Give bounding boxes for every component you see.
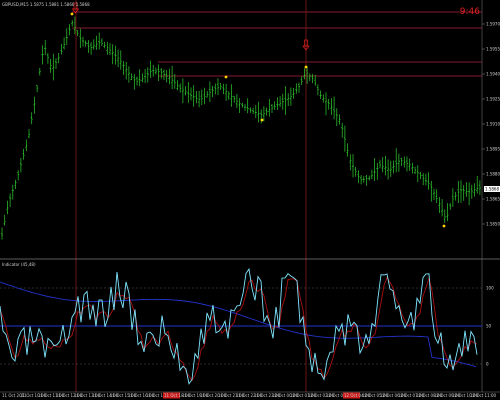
fractal-dot (442, 224, 446, 228)
price-axis-label: 1.5955 (486, 47, 500, 52)
fractal-dot (224, 75, 228, 79)
oscillator-axis: 100 50 0 (486, 286, 494, 367)
time-axis-label: 12 Oct 11:00 (470, 393, 497, 398)
price-axis-label: 1.5970 (486, 22, 500, 27)
oscillator-axis-label: 50 (486, 324, 492, 329)
countdown-timer: 9:46 (460, 7, 480, 17)
oscillator-blue-line (0, 281, 477, 368)
oscillator-axis-label: 100 (486, 286, 494, 291)
price-axis-label: 1.5910 (486, 122, 500, 127)
trading-chart[interactable]: GBPUSD,M15 1.5875 1.5881 1.5866 1.5868 9… (0, 0, 500, 400)
price-axis: 1.5970 1.5955 1.5940 1.5925 1.5910 1.5895 1.58… (482, 22, 500, 227)
oscillator-red-line (0, 276, 478, 382)
fractal-dot (304, 65, 308, 69)
symbol-header: GBPUSD,M15 1.5875 1.5881 1.5866 1.5868 (2, 2, 90, 7)
current-price-badge: 1.5868 (485, 187, 499, 192)
price-axis-label: 1.5940 (486, 72, 500, 77)
oscillator-axis-label: 0 (486, 362, 489, 367)
price-axis-label: 1.5895 (486, 147, 500, 152)
price-axis-label: 1.5880 (486, 172, 500, 177)
price-axis-label: 1.5865 (486, 197, 500, 202)
oscillator-main-line (0, 267, 478, 385)
price-pane[interactable]: GBPUSD,M15 1.5875 1.5881 1.5866 1.5868 9… (0, 0, 500, 392)
price-axis-label: 1.5850 (486, 222, 500, 227)
indicator-title: Indicator (45,48) (2, 262, 36, 267)
indicator-pane[interactable]: Indicator (45,48) 100 50 0 (0, 262, 494, 385)
fractal-dot (260, 118, 264, 122)
price-axis-label: 1.5925 (486, 97, 500, 102)
fractal-dot (70, 12, 74, 16)
time-axis: 11 Oct 201111 Oct 10:0011 Oct 11:0011 Oc… (2, 392, 497, 399)
